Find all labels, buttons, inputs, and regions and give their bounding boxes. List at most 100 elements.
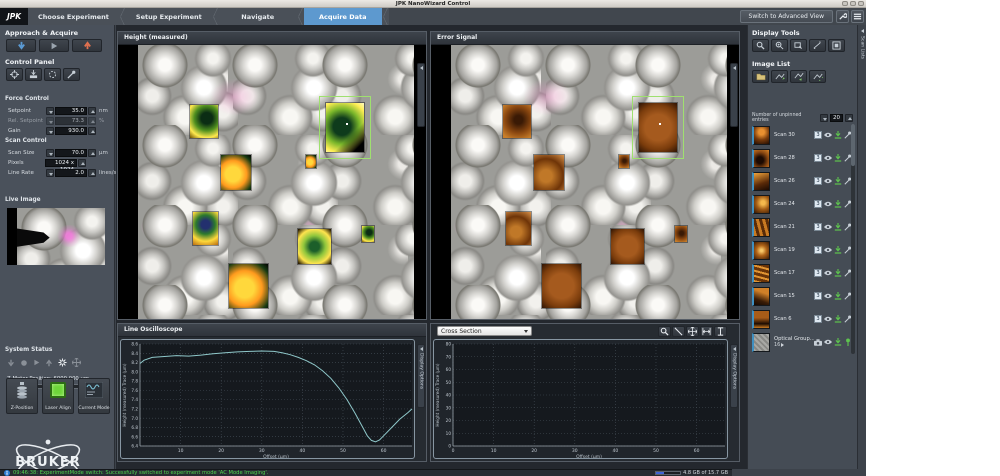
inspect-icon[interactable] xyxy=(771,39,788,52)
scan-thumbnail[interactable] xyxy=(752,333,770,352)
scan-overlay[interactable] xyxy=(221,155,251,191)
zoom-icon[interactable] xyxy=(658,326,671,337)
scan-overlay[interactable] xyxy=(190,105,218,138)
workflow-tab[interactable]: Choose Experiment xyxy=(28,8,119,25)
scan-thumbnail[interactable] xyxy=(752,241,770,260)
eye-icon[interactable] xyxy=(824,155,832,161)
stepper-up-button[interactable] xyxy=(78,159,86,167)
save-icon[interactable] xyxy=(834,315,842,323)
unpinned-count-field[interactable]: 20 xyxy=(830,114,843,122)
current-mode-button[interactable]: Current Mode xyxy=(78,378,110,414)
z-position-button[interactable]: Z-Position xyxy=(6,378,38,414)
approach-down-icon[interactable] xyxy=(6,39,36,52)
horizontal-range-icon[interactable] xyxy=(700,326,713,337)
eye-icon[interactable] xyxy=(824,201,832,207)
image-list-entry[interactable]: Scan 21 3 xyxy=(752,216,854,238)
menu-icon[interactable] xyxy=(851,10,864,23)
workflow-tab[interactable]: Setup Experiment xyxy=(126,8,212,25)
image-list-entry[interactable]: Scan 6 3 xyxy=(752,308,854,330)
scan-overlay[interactable] xyxy=(506,212,531,245)
minimize-button[interactable] xyxy=(842,1,848,6)
measure-icon[interactable] xyxy=(809,39,826,52)
stepper-down-button[interactable] xyxy=(820,114,828,122)
workflow-tab[interactable]: Acquire Data xyxy=(304,8,382,25)
save-scan-icon[interactable] xyxy=(771,70,788,83)
parameter-value-field[interactable]: 1024 x 1024 xyxy=(45,159,77,167)
setup-tool-icon[interactable] xyxy=(63,68,80,81)
export-image-icon[interactable] xyxy=(790,39,807,52)
display-options-tab[interactable]: Display Options xyxy=(730,344,738,408)
image-list-entry[interactable]: Scan 26 3 xyxy=(752,170,854,192)
eye-icon[interactable] xyxy=(824,247,832,253)
retract-up-icon[interactable] xyxy=(72,39,102,52)
scan-overlay[interactable] xyxy=(193,212,218,245)
eye-icon[interactable] xyxy=(824,270,832,276)
save-icon[interactable] xyxy=(834,246,842,254)
display-options-tab[interactable] xyxy=(730,63,738,127)
scan-overlay[interactable] xyxy=(306,155,316,169)
camera-icon[interactable] xyxy=(814,339,822,346)
eye-icon[interactable] xyxy=(824,224,832,230)
save-icon[interactable] xyxy=(834,223,842,231)
live-optical-image[interactable] xyxy=(7,208,105,265)
save-icon[interactable] xyxy=(834,292,842,300)
parameter-value-field[interactable]: 2.0 xyxy=(55,169,87,177)
folder-icon[interactable] xyxy=(752,70,769,83)
parameter-value-field[interactable]: 35.0 xyxy=(55,107,87,115)
scan-overlay[interactable] xyxy=(611,229,644,265)
image-list-entry[interactable]: Optical Group... 16 xyxy=(752,331,854,353)
snapshot-icon[interactable] xyxy=(828,39,845,52)
stepper-up-button[interactable] xyxy=(845,114,853,122)
eye-icon[interactable] xyxy=(824,316,832,322)
eye-icon[interactable] xyxy=(824,132,832,138)
line-profile-icon[interactable] xyxy=(672,326,685,337)
scan-thumbnail[interactable] xyxy=(752,149,770,168)
scan-thumbnail[interactable] xyxy=(752,264,770,283)
vertical-range-icon[interactable] xyxy=(714,326,727,337)
motor-stage-icon[interactable] xyxy=(25,68,42,81)
image-list-scrollbar[interactable] xyxy=(851,124,855,354)
scan-thumbnail[interactable] xyxy=(752,287,770,306)
save-icon[interactable] xyxy=(834,154,842,162)
switch-advanced-view-button[interactable]: Switch to Advanced View xyxy=(740,10,833,23)
save-icon[interactable] xyxy=(834,177,842,185)
scan-overlay[interactable] xyxy=(326,103,365,152)
image-list-entry[interactable]: Scan 24 3 xyxy=(752,193,854,215)
save-icon[interactable] xyxy=(834,269,842,277)
scan-thumbnail[interactable] xyxy=(752,310,770,329)
display-options-tab[interactable] xyxy=(417,63,425,127)
scan-thumbnail[interactable] xyxy=(752,126,770,145)
stepper-down-button[interactable] xyxy=(46,107,54,115)
eye-icon[interactable] xyxy=(824,293,832,299)
image-list-entry[interactable]: Scan 28 3 xyxy=(752,147,854,169)
stepper-up-button[interactable] xyxy=(88,169,96,177)
scanner-icon[interactable] xyxy=(44,68,61,81)
image-list-entry[interactable]: Scan 19 3 xyxy=(752,239,854,261)
scan-thumbnail[interactable] xyxy=(752,195,770,214)
scan-overlay[interactable] xyxy=(534,155,564,191)
run-icon[interactable] xyxy=(39,39,69,52)
reload-scan-icon[interactable] xyxy=(809,70,826,83)
parameter-value-field[interactable]: 930.0 xyxy=(55,127,87,135)
fit-view-icon[interactable] xyxy=(686,326,699,337)
save-icon[interactable] xyxy=(834,200,842,208)
group-expander[interactable]: 16 xyxy=(774,342,814,348)
workflow-tab[interactable]: Navigate xyxy=(219,8,297,25)
scan-overlay[interactable] xyxy=(675,226,687,242)
wrench-icon[interactable] xyxy=(836,10,849,23)
feedback-icon[interactable] xyxy=(6,68,23,81)
stepper-down-button[interactable] xyxy=(46,149,54,157)
close-button[interactable] xyxy=(858,1,864,6)
error-image-view[interactable] xyxy=(431,45,739,319)
scan-overlay[interactable] xyxy=(503,105,531,138)
display-options-tab[interactable]: Display Options xyxy=(417,344,425,408)
scan-overlay[interactable] xyxy=(542,264,581,308)
stepper-up-button[interactable] xyxy=(88,117,96,125)
image-list-entry[interactable]: Scan 15 3 xyxy=(752,285,854,307)
scan-overlay[interactable] xyxy=(362,226,374,242)
parameter-value-field[interactable]: 73.3 xyxy=(55,117,87,125)
image-list-entry[interactable]: Scan 17 3 xyxy=(752,262,854,284)
cross-section-dropdown[interactable]: Cross Section xyxy=(437,326,532,336)
scan-lists-tab[interactable]: Scan Lists xyxy=(857,25,866,469)
save-all-icon[interactable] xyxy=(790,70,807,83)
